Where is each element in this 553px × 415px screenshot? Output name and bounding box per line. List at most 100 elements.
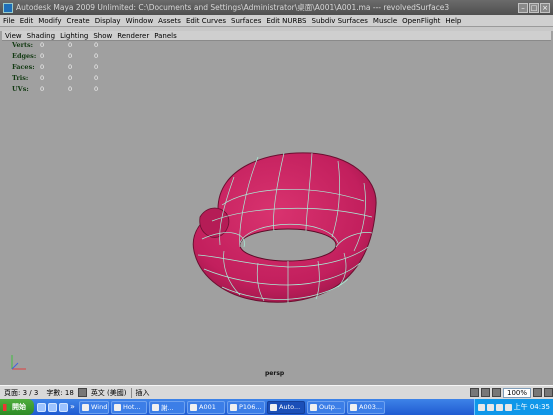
hud-value: 0 [94, 63, 99, 71]
web-layout-icon[interactable] [491, 388, 501, 397]
hud-value: 0 [40, 74, 45, 82]
folder-icon [190, 403, 197, 411]
document-icon [350, 403, 357, 411]
taskbar-item[interactable]: 謝... [149, 400, 185, 414]
print-layout-icon[interactable] [469, 388, 479, 397]
hud-value: 0 [40, 41, 45, 49]
menu-subdiv-surfaces[interactable]: Subdiv Surfaces [312, 17, 368, 25]
tray-icon[interactable] [477, 403, 485, 411]
hud-value: 0 [94, 41, 99, 49]
spellcheck-icon[interactable] [77, 388, 87, 397]
quick-launch-ie-icon[interactable] [37, 402, 46, 412]
panel-menu-renderer[interactable]: Renderer [117, 32, 149, 40]
hud-value: 0 [94, 52, 99, 60]
zoom-out-icon[interactable] [533, 388, 542, 397]
window-icon [310, 403, 317, 411]
menu-file[interactable]: File [3, 17, 15, 25]
menu-window[interactable]: Window [126, 17, 154, 25]
menu-edit[interactable]: Edit [20, 17, 34, 25]
hud-label: Faces: [12, 63, 35, 71]
menu-surfaces[interactable]: Surfaces [231, 17, 261, 25]
menu-display[interactable]: Display [95, 17, 121, 25]
zoom-controls: 100% [469, 387, 553, 398]
revolved-surface-model[interactable] [188, 147, 380, 307]
full-screen-icon[interactable] [480, 388, 490, 397]
window-controls: – □ × [518, 2, 550, 13]
menu-create[interactable]: Create [66, 17, 89, 25]
menu-help[interactable]: Help [445, 17, 461, 25]
menu-modify[interactable]: Modify [38, 17, 61, 25]
hud-label: Tris: [12, 74, 29, 82]
hud-value: 0 [68, 85, 73, 93]
quick-launch-more[interactable]: » [70, 402, 76, 412]
panel-menubar: View Shading Lighting Show Renderer Pane… [2, 31, 551, 41]
panel-menu-shading[interactable]: Shading [27, 32, 55, 40]
page-count: 頁面: 3 / 3 [4, 388, 39, 397]
window-icon [114, 403, 121, 411]
taskbar-item-label: Auto... [279, 403, 301, 411]
network-icon[interactable] [504, 403, 512, 411]
tray-icon[interactable] [486, 403, 494, 411]
hud-value: 0 [68, 41, 73, 49]
taskbar-item[interactable]: Outp... [307, 400, 345, 414]
taskbar-item-label: Outp... [319, 403, 342, 411]
maya-app-icon[interactable] [3, 2, 13, 13]
zoom-in-icon[interactable] [544, 388, 553, 397]
taskbar-item[interactable]: A001 [187, 400, 225, 414]
menu-edit-curves[interactable]: Edit Curves [186, 17, 226, 25]
panel-menu-view[interactable]: View [5, 32, 22, 40]
taskbar-item-label: A001 [199, 403, 216, 411]
windows-flag-icon [3, 403, 10, 411]
taskbar-item-label: Wind... [91, 403, 109, 411]
hud-value: 0 [68, 74, 73, 82]
volume-icon[interactable] [495, 403, 503, 411]
perspective-viewport[interactable]: Verts: 0 0 0 Edges: 0 0 0 Faces: 0 0 0 T… [2, 41, 551, 383]
taskbar: 開始 » Wind... Hot... 謝... A001 P106... Au… [0, 399, 553, 415]
camera-name-label: persp [265, 370, 285, 377]
status-bar: 頁面: 3 / 3 字數: 18 英文 (美國) 插入 100% [0, 385, 553, 399]
hud-label: Verts: [12, 41, 34, 49]
hud-label: UVs: [12, 85, 29, 93]
taskbar-item[interactable]: A003... [347, 400, 385, 414]
language-indicator[interactable]: 英文 (美國) [87, 388, 131, 398]
taskbar-item-label: 謝... [161, 404, 174, 412]
menu-edit-nurbs[interactable]: Edit NURBS [266, 17, 306, 25]
zoom-level[interactable]: 100% [502, 387, 531, 398]
hud-label: Edges: [12, 52, 37, 60]
quick-launch-media-icon[interactable] [59, 402, 68, 412]
menu-assets[interactable]: Assets [158, 17, 181, 25]
taskbar-item[interactable]: P106... [227, 400, 265, 414]
hud-value: 0 [68, 52, 73, 60]
minimize-button[interactable]: – [518, 2, 528, 13]
taskbar-item-label: A003... [359, 403, 383, 411]
taskbar-item[interactable]: Wind... [79, 400, 109, 414]
taskbar-item-label: P106... [239, 403, 262, 411]
panel-menu-lighting[interactable]: Lighting [60, 32, 88, 40]
taskbar-item-label: Hot... [123, 403, 141, 411]
panel-menu-show[interactable]: Show [93, 32, 112, 40]
hud-value: 0 [94, 85, 99, 93]
hud-value: 0 [40, 85, 45, 93]
view-axis-indicator-icon [11, 355, 26, 370]
quick-launch-desktop-icon[interactable] [48, 402, 57, 412]
start-button[interactable]: 開始 [0, 399, 34, 415]
hud-value: 0 [40, 63, 45, 71]
clock[interactable]: 上午 04:35 [514, 402, 550, 412]
window-icon [230, 403, 237, 411]
close-button[interactable]: × [540, 2, 550, 13]
hud-value: 0 [94, 74, 99, 82]
menu-openflight[interactable]: OpenFlight [402, 17, 440, 25]
taskbar-item[interactable]: Hot... [111, 400, 147, 414]
window-title: Autodesk Maya 2009 Unlimited: C:\Documen… [16, 3, 450, 12]
insert-mode[interactable]: 插入 [132, 388, 154, 398]
menu-muscle[interactable]: Muscle [373, 17, 397, 25]
hud-value: 0 [68, 63, 73, 71]
maximize-button[interactable]: □ [529, 2, 539, 13]
system-tray: 上午 04:35 [473, 399, 553, 415]
taskbar-item-active[interactable]: Auto... [267, 400, 305, 414]
maya-icon [270, 403, 277, 411]
panel-menu-panels[interactable]: Panels [154, 32, 177, 40]
window-icon [82, 403, 89, 411]
hud-value: 0 [40, 52, 45, 60]
main-menubar: File Edit Modify Create Display Window A… [0, 15, 553, 27]
